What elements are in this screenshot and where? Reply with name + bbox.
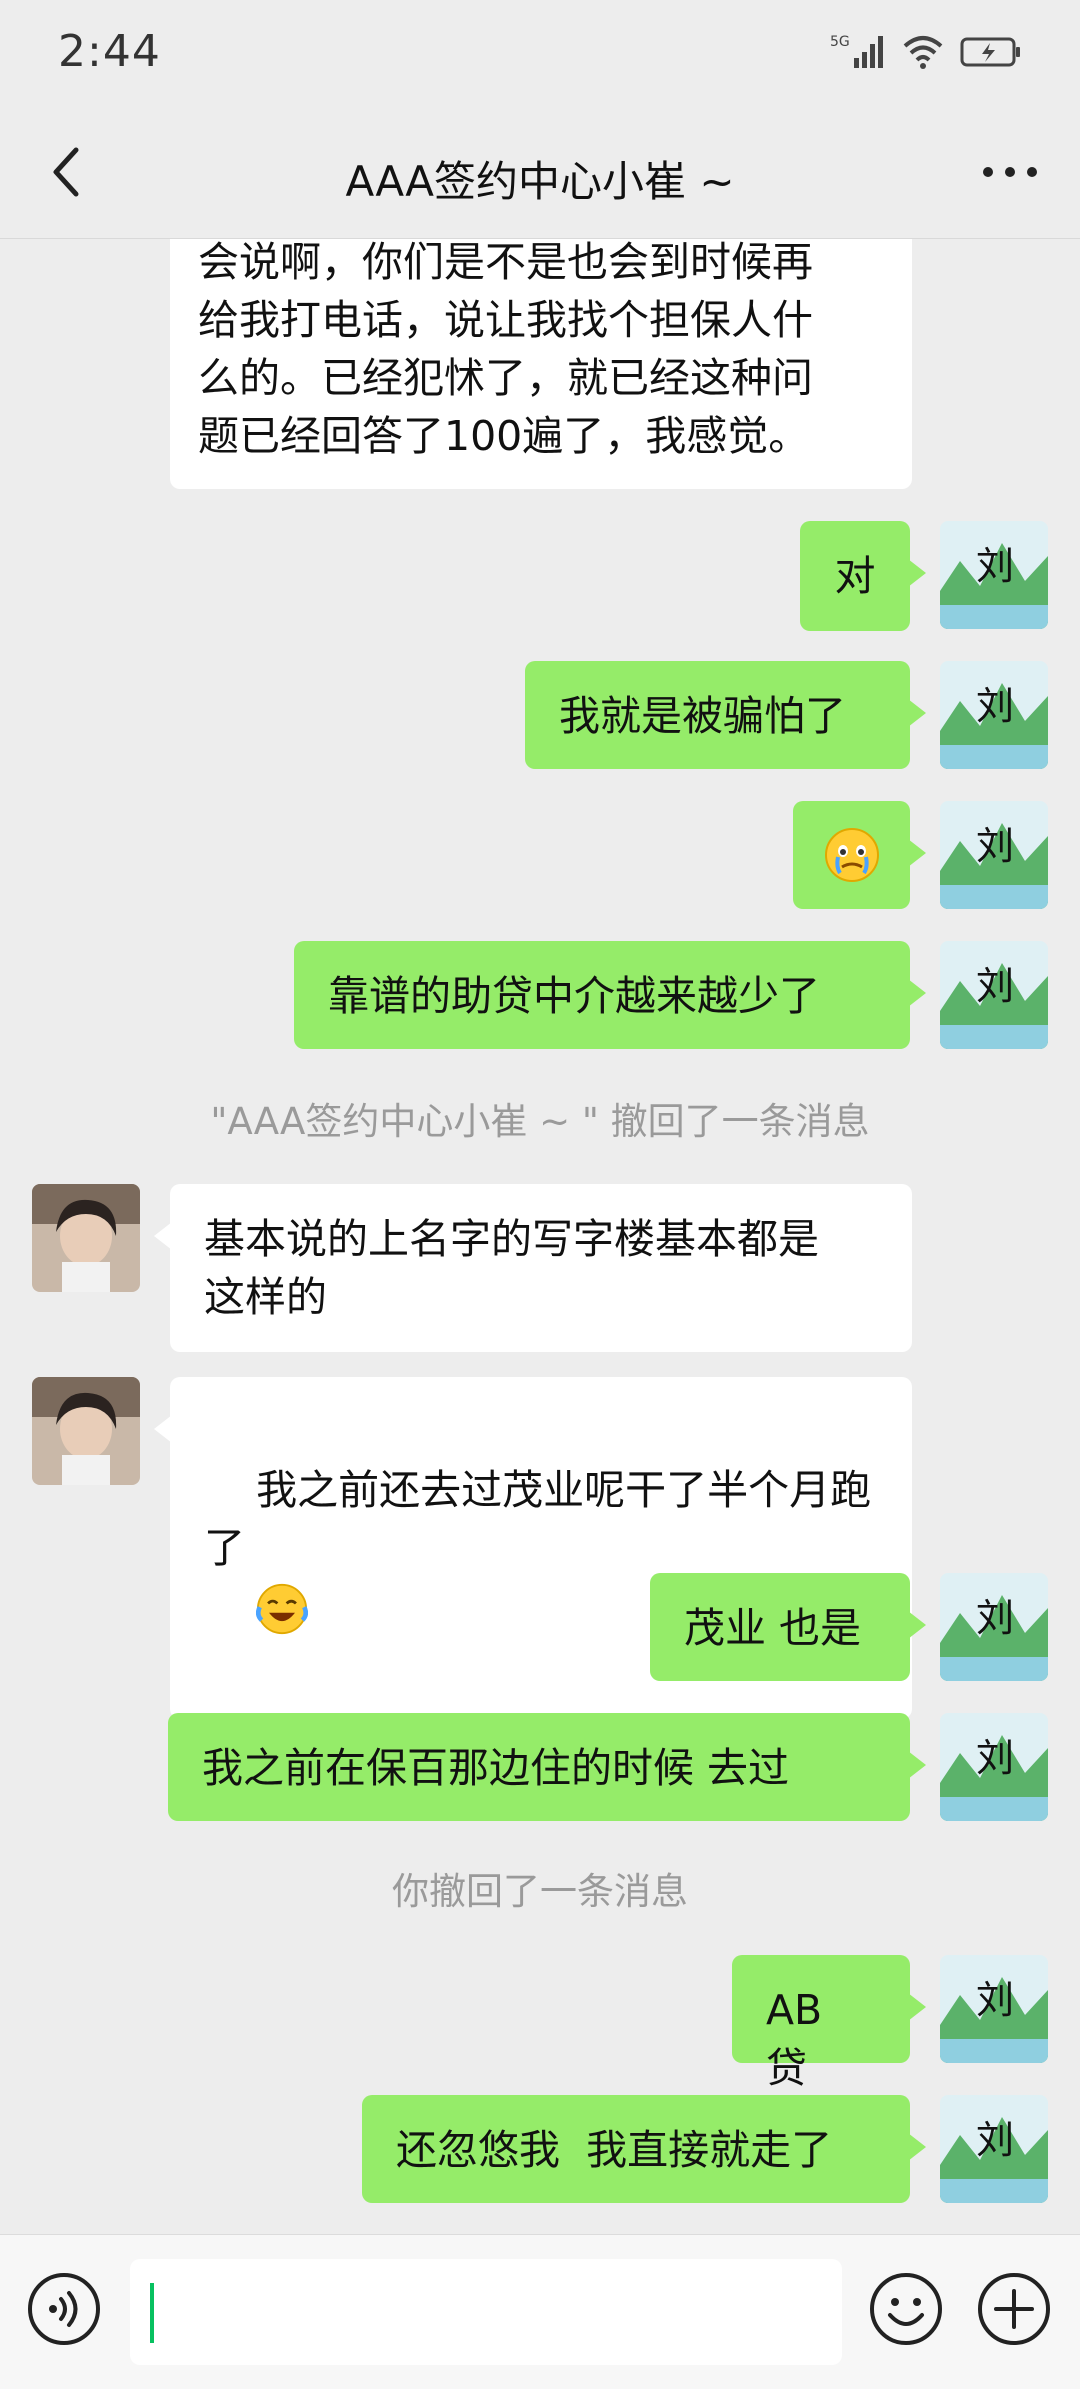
message-text: 我之前还去过茂业呢干了半个月跑 了 xyxy=(204,1466,872,1572)
input-bar xyxy=(0,2234,1080,2389)
my-avatar[interactable]: 刘 xyxy=(940,801,1048,909)
more-button[interactable] xyxy=(974,140,1046,204)
message-bubble-received[interactable]: 基本说的上名字的写字楼基本都是 这样的 xyxy=(154,1184,912,1352)
chat-message-list[interactable]: 会说啊，你们是不是也会到时候再 给我打电话，说让我找个担保人什 么的。已经犯怵了… xyxy=(0,239,1080,2234)
my-avatar[interactable]: 刘 xyxy=(940,521,1048,629)
my-avatar[interactable]: 刘 xyxy=(940,941,1048,1049)
message-bubble-sent[interactable]: 还忽悠我 我直接就走了 xyxy=(362,2095,926,2203)
status-bar: 2:44 5G xyxy=(0,0,1080,110)
svg-text:刘: 刘 xyxy=(976,684,1014,728)
avatar-char: 刘 xyxy=(976,544,1014,588)
recall-notice: "AAA签约中心小崔 ~ " 撤回了一条消息 xyxy=(210,1100,870,1143)
message-bubble-received[interactable]: 会说啊，你们是不是也会到时候再 给我打电话，说让我找个担保人什 么的。已经犯怵了… xyxy=(170,239,912,489)
landscape-calligraphy-avatar: 刘 xyxy=(940,521,1048,629)
my-avatar[interactable]: 刘 xyxy=(940,2095,1048,2203)
message-input[interactable] xyxy=(130,2259,842,2365)
signal-icon: 5G xyxy=(830,34,883,68)
status-icons: 5G xyxy=(830,32,1022,72)
recall-notice: 你撤回了一条消息 xyxy=(392,1870,688,1913)
status-time: 2:44 xyxy=(58,26,161,77)
svg-text:刘: 刘 xyxy=(976,1596,1014,1640)
text-caret xyxy=(150,2283,154,2343)
message-bubble-sent[interactable]: 我之前在保百那边住的时候 去过 xyxy=(168,1713,926,1821)
voice-button[interactable] xyxy=(26,2271,102,2351)
my-avatar[interactable]: 刘 xyxy=(940,1573,1048,1681)
message-bubble-sent[interactable]: AB 贷 xyxy=(732,1955,926,2092)
person-photo-avatar xyxy=(32,1184,140,1292)
my-avatar[interactable]: 刘 xyxy=(940,1713,1048,1821)
svg-text:刘: 刘 xyxy=(976,1736,1014,1780)
contact-avatar[interactable] xyxy=(32,1184,140,1292)
svg-text:刘: 刘 xyxy=(976,1978,1014,2022)
wifi-icon xyxy=(903,36,943,69)
more-dots-icon xyxy=(983,167,1037,177)
contact-avatar[interactable] xyxy=(32,1377,140,1485)
message-bubble-sent[interactable]: 茂业 也是 xyxy=(650,1573,926,1681)
plus-button[interactable] xyxy=(976,2271,1052,2351)
smiley-icon xyxy=(870,2273,942,2345)
svg-text:刘: 刘 xyxy=(976,964,1014,1008)
battery-icon xyxy=(960,37,1020,67)
message-bubble-sent[interactable] xyxy=(793,801,926,909)
chat-title: AAA签约中心小崔 ~ xyxy=(345,157,735,206)
svg-text:刘: 刘 xyxy=(976,824,1014,868)
message-bubble-sent[interactable]: 靠谱的助贷中介越来越少了 xyxy=(294,941,926,1049)
my-avatar[interactable]: 刘 xyxy=(940,1955,1048,2063)
emoji-button[interactable] xyxy=(868,2271,944,2351)
my-avatar[interactable]: 刘 xyxy=(940,661,1048,769)
plus-icon xyxy=(978,2273,1050,2345)
voice-icon xyxy=(28,2273,100,2345)
svg-text:刘: 刘 xyxy=(976,2118,1014,2162)
network-label: 5G xyxy=(830,34,850,50)
chat-header: AAA签约中心小崔 ~ xyxy=(0,110,1080,239)
message-bubble-sent[interactable]: 我就是被骗怕了 xyxy=(525,661,926,769)
laughing-tears-emoji xyxy=(256,1583,309,1635)
crying-face-emoji xyxy=(824,828,879,882)
message-bubble-sent[interactable]: 对 xyxy=(800,521,926,631)
